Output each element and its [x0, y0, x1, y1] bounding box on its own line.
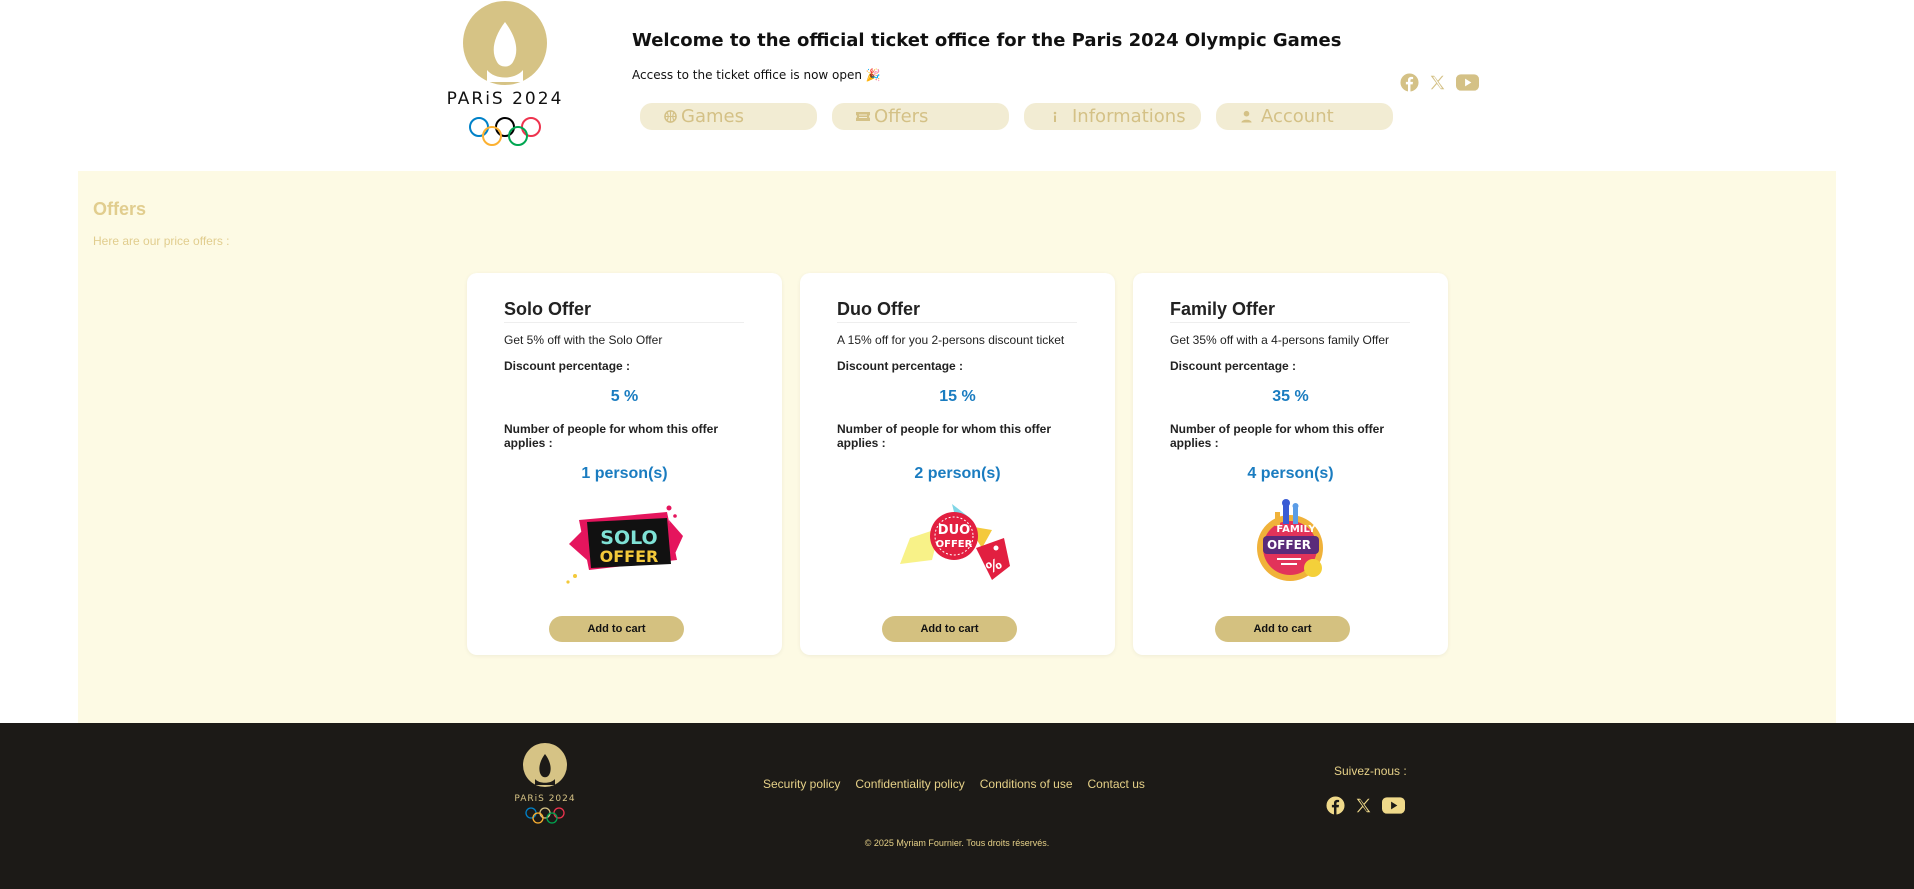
offer-title: Duo Offer: [837, 299, 1077, 323]
main-nav: Games Offers Informations Account: [640, 103, 1393, 130]
offer-card-solo: Solo Offer Get 5% off with the Solo Offe…: [467, 273, 782, 655]
social-links-header: [1400, 73, 1479, 92]
people-label: Number of people for whom this offer app…: [504, 422, 719, 450]
social-links-footer: [1326, 796, 1405, 815]
welcome-heading: Welcome to the official ticket office fo…: [632, 30, 1342, 51]
people-label: Number of people for whom this offer app…: [1170, 422, 1385, 450]
offer-card-duo: Duo Offer A 15% off for you 2-persons di…: [800, 273, 1115, 655]
facebook-icon[interactable]: [1400, 73, 1419, 92]
footer: PARiS 2024 Security policy Confidentiali…: [0, 723, 1914, 889]
solo-badge-line2: OFFER: [600, 547, 659, 566]
facebook-icon[interactable]: [1326, 796, 1345, 815]
nav-account[interactable]: Account: [1216, 103, 1393, 130]
nav-offers-label: Offers: [874, 106, 929, 127]
offer-title: Family Offer: [1170, 299, 1410, 323]
add-to-cart-button[interactable]: Add to cart: [1215, 616, 1350, 642]
discount-label: Discount percentage :: [1170, 359, 1297, 373]
paris-2024-logo[interactable]: PARiS 2024: [441, 0, 569, 148]
solo-badge-line1: SOLO: [600, 527, 657, 549]
offer-description: Get 5% off with the Solo Offer: [504, 333, 663, 347]
footer-paris-2024-logo[interactable]: PARiS 2024: [506, 741, 584, 827]
follow-us-label: Suivez-nous :: [1334, 764, 1407, 778]
nav-offers[interactable]: Offers: [832, 103, 1009, 130]
family-badge-line1: FAMILY: [1276, 524, 1316, 535]
offer-title: Solo Offer: [504, 299, 744, 323]
section-subtitle: Here are our price offers :: [93, 234, 230, 248]
ticket-icon: [856, 111, 870, 122]
offer-description: Get 35% off with a 4-persons family Offe…: [1170, 333, 1389, 347]
discount-label: Discount percentage :: [837, 359, 964, 373]
people-value: 4 person(s): [1247, 465, 1334, 482]
nav-informations[interactable]: Informations: [1024, 103, 1201, 130]
solo-offer-image: SOLO OFFER: [566, 505, 683, 584]
discount-value: 35 %: [1272, 388, 1309, 405]
duo-badge-line2: OFFER: [936, 539, 973, 550]
people-value: 2 person(s): [914, 465, 1001, 482]
add-to-cart-button[interactable]: Add to cart: [882, 616, 1017, 642]
ticket-office-status: Access to the ticket office is now open …: [632, 68, 881, 82]
duo-offer-image: % DUO OFFER: [900, 504, 1010, 580]
people-value: 1 person(s): [581, 465, 668, 482]
nav-informations-label: Informations: [1072, 106, 1186, 127]
family-badge-line2: OFFER: [1267, 538, 1311, 552]
offer-description: A 15% off for you 2-persons discount tic…: [837, 333, 1065, 347]
confidentiality-policy-link[interactable]: Confidentiality policy: [855, 777, 964, 791]
discount-value: 15 %: [939, 388, 976, 405]
youtube-icon[interactable]: [1382, 797, 1405, 814]
offer-card-family: Family Offer Get 35% off with a 4-person…: [1133, 273, 1448, 655]
family-offer-image: FAMILY OFFER: [1257, 499, 1323, 581]
people-label: Number of people for whom this offer app…: [837, 422, 1052, 450]
x-icon[interactable]: [1355, 797, 1372, 814]
youtube-icon[interactable]: [1456, 74, 1479, 91]
footer-logo-wordmark: PARiS 2024: [514, 794, 575, 804]
footer-links: Security policy Confidentiality policy C…: [763, 777, 1145, 791]
copyright: © 2025 Myriam Fournier. Tous droits rése…: [864, 838, 1050, 848]
nav-games-label: Games: [681, 106, 744, 127]
offer-cards: Solo Offer Get 5% off with the Solo Offe…: [467, 273, 1448, 655]
discount-value: 5 %: [610, 388, 639, 405]
discount-label: Discount percentage :: [504, 359, 631, 373]
conditions-of-use-link[interactable]: Conditions of use: [980, 777, 1073, 791]
section-title: Offers: [93, 199, 147, 219]
logo-wordmark: PARiS 2024: [447, 89, 564, 109]
nav-account-label: Account: [1261, 106, 1334, 127]
add-to-cart-button[interactable]: Add to cart: [549, 616, 684, 642]
security-policy-link[interactable]: Security policy: [763, 777, 840, 791]
header: PARiS 2024 Welcome to the official ticke…: [0, 0, 1914, 170]
duo-badge-line1: DUO: [938, 523, 970, 538]
offers-section: Offers Here are our price offers : Solo …: [78, 171, 1836, 723]
info-icon: [1048, 110, 1062, 124]
x-icon[interactable]: [1429, 74, 1446, 91]
basketball-icon: [664, 110, 677, 123]
nav-games[interactable]: Games: [640, 103, 817, 130]
contact-us-link[interactable]: Contact us: [1088, 777, 1145, 791]
user-icon: [1240, 110, 1253, 123]
